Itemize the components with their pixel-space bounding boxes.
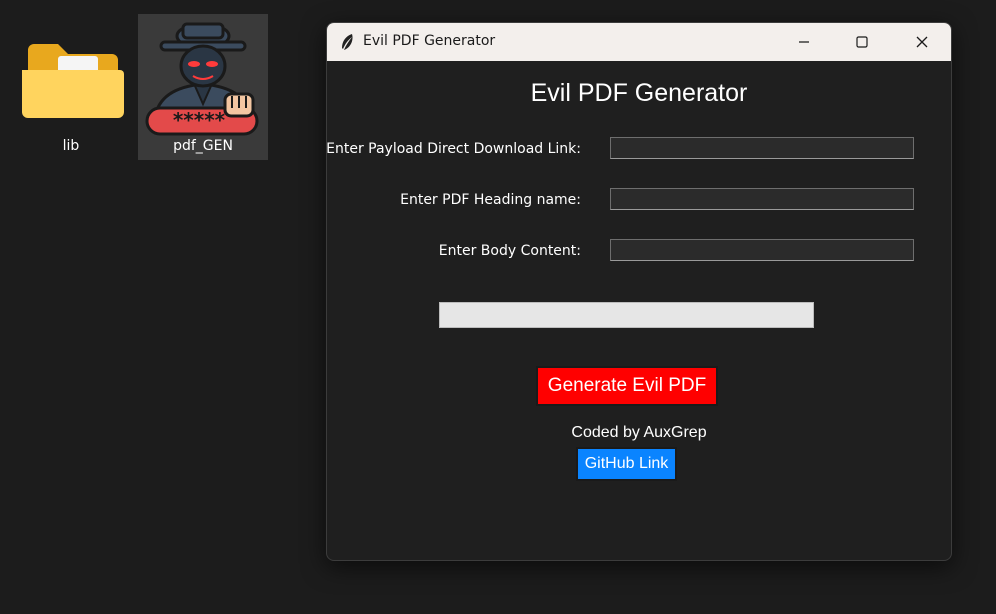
app-window: Evil PDF Generator Evil PDF Generator En… — [326, 22, 952, 561]
body-content-label: Enter Body Content: — [438, 243, 581, 259]
generate-pdf-button[interactable]: Generate Evil PDF — [536, 366, 718, 406]
github-link-button[interactable]: GitHub Link — [576, 447, 677, 481]
app-heading: Evil PDF Generator — [530, 79, 748, 107]
feather-icon — [342, 34, 353, 50]
minimize-button[interactable] — [775, 23, 833, 61]
close-icon — [916, 36, 928, 48]
progress-bar — [439, 302, 814, 328]
pdf-heading-input[interactable] — [610, 188, 914, 210]
window-title: Evil PDF Generator — [363, 33, 496, 49]
desktop-icon-pdf-gen[interactable]: ***** pdf_GEN — [138, 14, 268, 160]
hacker-icon: ***** — [145, 22, 259, 136]
desktop-icon-lib[interactable]: lib — [6, 14, 136, 160]
title-bar[interactable]: Evil PDF Generator — [327, 23, 951, 61]
maximize-icon — [856, 36, 868, 48]
maximize-button[interactable] — [833, 23, 891, 61]
credit-text: Coded by AuxGrep — [571, 424, 707, 441]
desktop-icon-label: pdf_GEN — [173, 138, 233, 154]
folder-icon — [22, 44, 124, 118]
desktop-icon-label: lib — [62, 138, 80, 154]
close-button[interactable] — [893, 23, 951, 61]
svg-text:*****: ***** — [173, 108, 226, 132]
body-content-input[interactable] — [610, 239, 914, 261]
payload-link-label: Enter Payload Direct Download Link: — [326, 141, 581, 157]
minimize-icon — [799, 41, 809, 43]
payload-link-input[interactable] — [610, 137, 914, 159]
pdf-heading-label: Enter PDF Heading name: — [400, 192, 581, 208]
